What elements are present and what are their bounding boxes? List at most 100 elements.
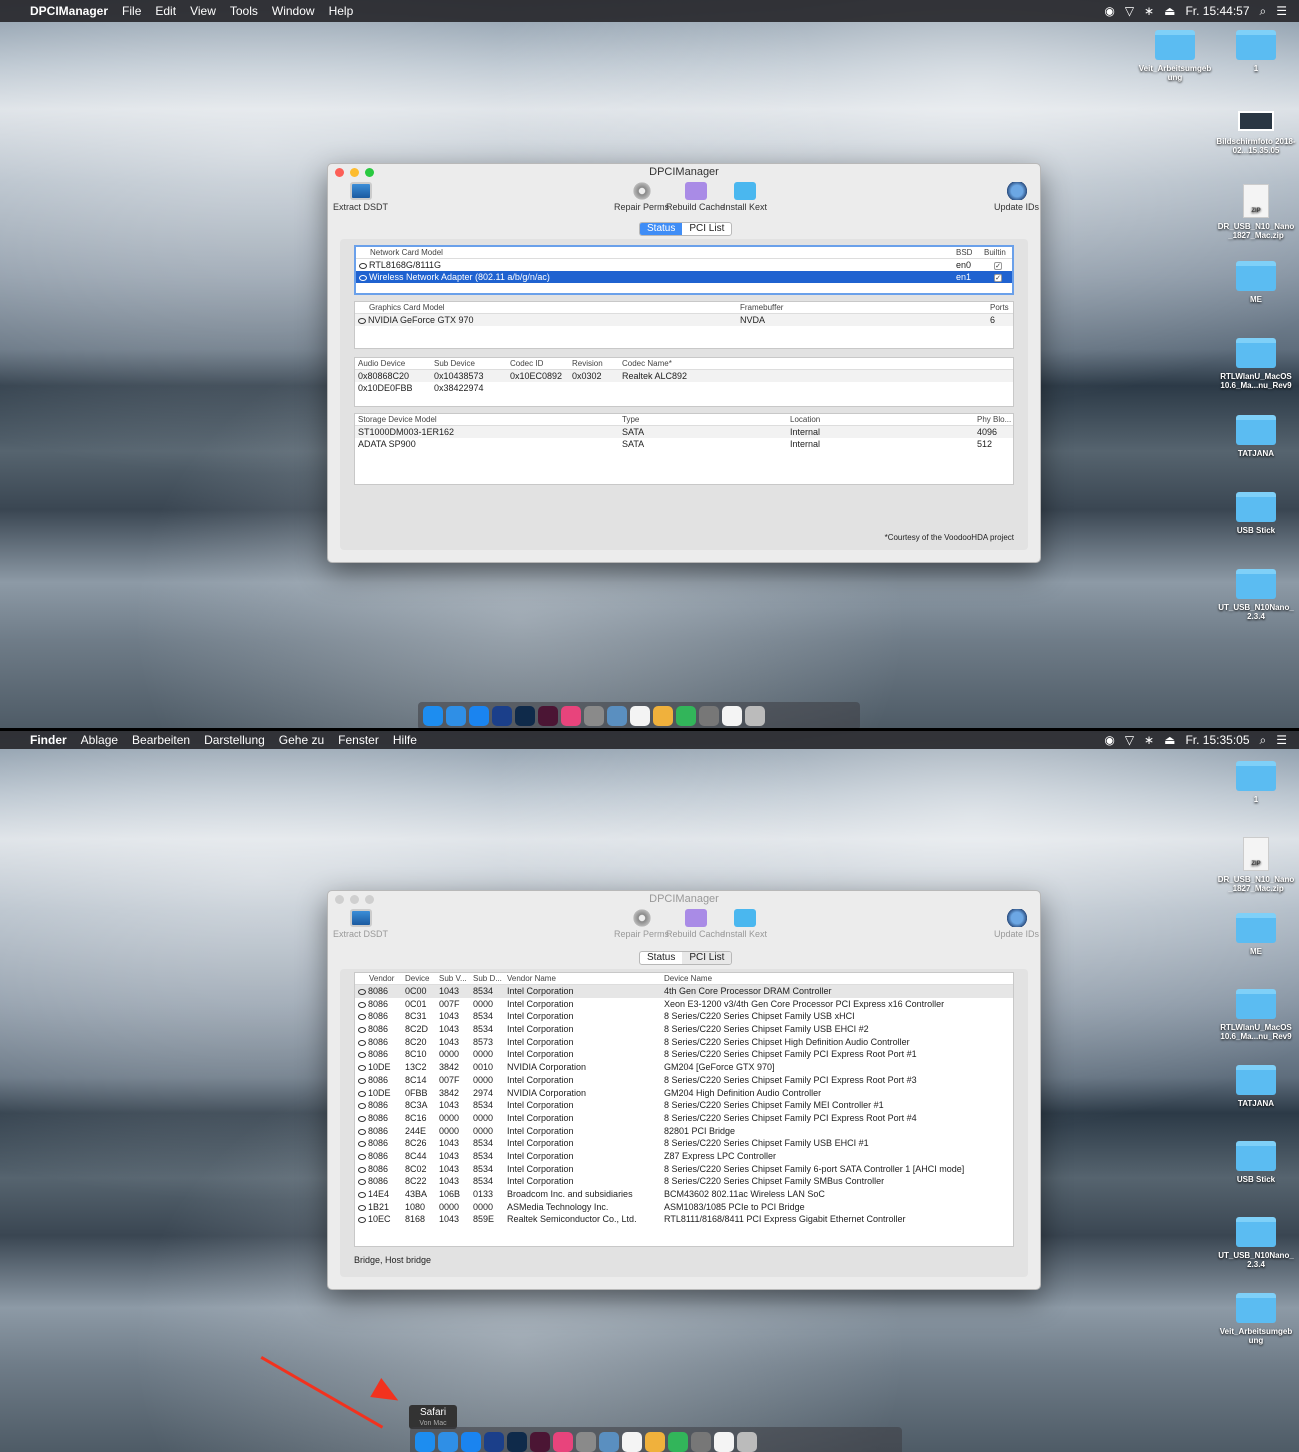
col-type[interactable]: Type <box>619 414 787 425</box>
audio-table[interactable]: Audio Device Sub Device Codec ID Revision Co… <box>354 357 1014 407</box>
table-row[interactable]: 8086 8C10 0000 0000 Intel Corporation 8 Serie… <box>355 1048 1013 1061</box>
table-row[interactable]: 1B21 1080 0000 0000 ASMedia Technology Inc. A… <box>355 1201 1013 1214</box>
col-codec-name[interactable]: Codec Name* <box>619 358 819 369</box>
zoom-icon[interactable] <box>365 895 374 904</box>
spotlight-icon[interactable]: ⌕ <box>1260 4 1267 19</box>
cinema4d-icon[interactable] <box>484 1432 504 1452</box>
desktop-item[interactable]: ZIP DR_USB_N10_Nano _1827_Mac.zip <box>1216 184 1296 240</box>
menu-fenster[interactable]: Fenster <box>338 733 379 747</box>
desktop-item[interactable]: RTLWlanU_MacOS 10.6_Ma...nu_Rev9 <box>1216 989 1296 1041</box>
table-row[interactable]: 8086 8C22 1043 8534 Intel Corporation 8 Serie… <box>355 1175 1013 1188</box>
menu-window[interactable]: Window <box>272 4 315 18</box>
eject-icon[interactable]: ⏏ <box>1164 733 1175 747</box>
table-row[interactable]: 8086 0C00 1043 8534 Intel Corporation 4th Gen… <box>355 985 1013 998</box>
window-titlebar[interactable]: DPCIManager <box>328 164 1040 180</box>
app-store-icon[interactable] <box>461 1432 481 1452</box>
messages-icon[interactable] <box>668 1432 688 1452</box>
col-graphics-model[interactable]: Graphics Card Model <box>355 302 737 313</box>
eye-icon[interactable] <box>358 1166 366 1173</box>
menu-help[interactable]: Help <box>329 4 354 18</box>
safari-icon[interactable] <box>423 706 443 726</box>
eye-icon[interactable] <box>358 1103 366 1110</box>
calendar-icon[interactable] <box>622 1432 642 1452</box>
table-row[interactable]: ST1000DM003-1ER162 SATA Internal 4096 <box>355 426 1013 438</box>
table-row[interactable]: 8086 8C20 1043 8573 Intel Corporation 8 Serie… <box>355 1036 1013 1049</box>
trash-icon[interactable] <box>737 1432 757 1452</box>
table-row[interactable]: 14E4 43BA 106B 0133 Broadcom Inc. and subsid… <box>355 1188 1013 1201</box>
eye-icon[interactable] <box>358 318 366 324</box>
desktop-item[interactable]: USB Stick <box>1216 492 1296 535</box>
update-ids-button[interactable]: Update IDs <box>994 182 1039 212</box>
preview-icon[interactable] <box>607 706 627 726</box>
close-icon[interactable] <box>335 895 344 904</box>
table-row[interactable]: 10DE 0FBB 3842 2974 NVIDIA Corporation GM204 … <box>355 1087 1013 1100</box>
safari-icon[interactable] <box>415 1432 435 1452</box>
table-row[interactable]: 8086 8C44 1043 8534 Intel Corporation Z87 Exp… <box>355 1150 1013 1163</box>
notification-icon[interactable]: ☰ <box>1276 733 1287 747</box>
finder-icon[interactable] <box>438 1432 458 1452</box>
preview-icon[interactable] <box>599 1432 619 1452</box>
desktop-item[interactable]: ZIP DR_USB_N10_Nano _1827_Mac.zip <box>1216 837 1296 893</box>
eye-icon[interactable] <box>358 1039 366 1046</box>
menu-app[interactable]: DPCIManager <box>30 4 108 18</box>
finder-icon[interactable] <box>446 706 466 726</box>
photoshop-icon[interactable] <box>507 1432 527 1452</box>
storage-table[interactable]: Storage Device Model Type Location Phy Blo.… <box>354 413 1014 485</box>
rebuild-cache-button[interactable]: Rebuild Cache <box>666 909 725 939</box>
col-device[interactable]: Device <box>402 973 436 984</box>
eye-icon[interactable] <box>358 1217 366 1224</box>
menu-view[interactable]: View <box>190 4 216 18</box>
eye-icon[interactable] <box>359 275 367 281</box>
table-row[interactable]: 10EC 8168 1043 859E Realtek Semiconductor Co… <box>355 1213 1013 1226</box>
table-row[interactable]: 8086 8C2D 1043 8534 Intel Corporation 8 Serie… <box>355 1023 1013 1036</box>
launchpad-icon[interactable] <box>576 1432 596 1452</box>
itunes-icon[interactable] <box>561 706 581 726</box>
desktop-item[interactable]: UT_USB_N10Nano_ 2.3.4 <box>1216 1217 1296 1269</box>
desktop-item[interactable]: Bildschirmfoto 2018-02...15.35.05 <box>1216 107 1296 155</box>
table-row[interactable]: 8086 0C01 007F 0000 Intel Corporation Xeon E3… <box>355 998 1013 1011</box>
install-kext-button[interactable]: Install Kext <box>723 909 767 939</box>
eye-icon[interactable] <box>359 263 367 269</box>
pci-table[interactable]: Vendor Device Sub V... Sub D... Vendor N… <box>354 972 1014 1247</box>
trash-icon[interactable] <box>745 706 765 726</box>
menu-ablage[interactable]: Ablage <box>81 733 118 747</box>
desktop-item[interactable]: Veit_Arbeitsumgeb ung <box>1135 30 1215 82</box>
notification-icon[interactable]: ☰ <box>1276 4 1287 18</box>
window-titlebar[interactable]: DPCIManager <box>328 891 1040 907</box>
graphics-table[interactable]: Graphics Card Model Framebuffer Ports NVID… <box>354 301 1014 349</box>
col-ports[interactable]: Ports <box>987 302 1012 313</box>
col-vendor-name[interactable]: Vendor Name <box>504 973 661 984</box>
eye-icon[interactable] <box>358 1192 366 1198</box>
extract-dsdt-button[interactable]: Extract DSDT <box>333 182 388 212</box>
wifi-icon[interactable]: ▽ <box>1125 4 1134 18</box>
launchpad-icon[interactable] <box>584 706 604 726</box>
spotlight-icon[interactable]: ⌕ <box>1260 733 1267 748</box>
menu-gehe-zu[interactable]: Gehe zu <box>279 733 324 747</box>
eye-icon[interactable] <box>358 1179 366 1186</box>
table-row-selected[interactable]: Wireless Network Adapter (802.11 a/b/g/n… <box>356 271 1012 283</box>
wifi-icon[interactable]: ▽ <box>1125 733 1134 747</box>
desktop-item[interactable]: 1 <box>1216 30 1296 73</box>
eject-icon[interactable]: ⏏ <box>1164 4 1175 18</box>
bluetooth-icon[interactable]: ∗ <box>1144 4 1154 18</box>
col-network-model[interactable]: Network Card Model <box>356 247 953 258</box>
file-icon[interactable] <box>722 706 742 726</box>
table-row[interactable]: ADATA SP900 SATA Internal 512 <box>355 438 1013 450</box>
eye-icon[interactable] <box>358 1077 366 1084</box>
col-sub-device[interactable]: Sub D... <box>470 973 504 984</box>
eye-icon[interactable] <box>358 1001 366 1008</box>
repair-perms-button[interactable]: Repair Perms <box>614 182 669 212</box>
table-row[interactable]: 8086 8C14 007F 0000 Intel Corporation 8 Serie… <box>355 1074 1013 1087</box>
calendar-icon[interactable] <box>630 706 650 726</box>
menu-clock[interactable]: Fr. 15:35:05 <box>1185 733 1249 747</box>
tab-pci-list[interactable]: PCI List <box>682 223 731 235</box>
messages-icon[interactable] <box>676 706 696 726</box>
desktop-item[interactable]: 1 <box>1216 761 1296 804</box>
eye-icon[interactable] <box>358 1027 366 1034</box>
indesign-icon[interactable] <box>538 706 558 726</box>
desktop-item[interactable]: USB Stick <box>1216 1141 1296 1184</box>
table-row[interactable]: 8086 8C31 1043 8534 Intel Corporation 8 Serie… <box>355 1010 1013 1023</box>
tab-status[interactable]: Status <box>640 223 683 235</box>
col-audio-device[interactable]: Audio Device <box>355 358 431 369</box>
table-row[interactable]: 0x80868C20 0x10438573 0x10EC0892 0x0302 Real… <box>355 370 1013 382</box>
